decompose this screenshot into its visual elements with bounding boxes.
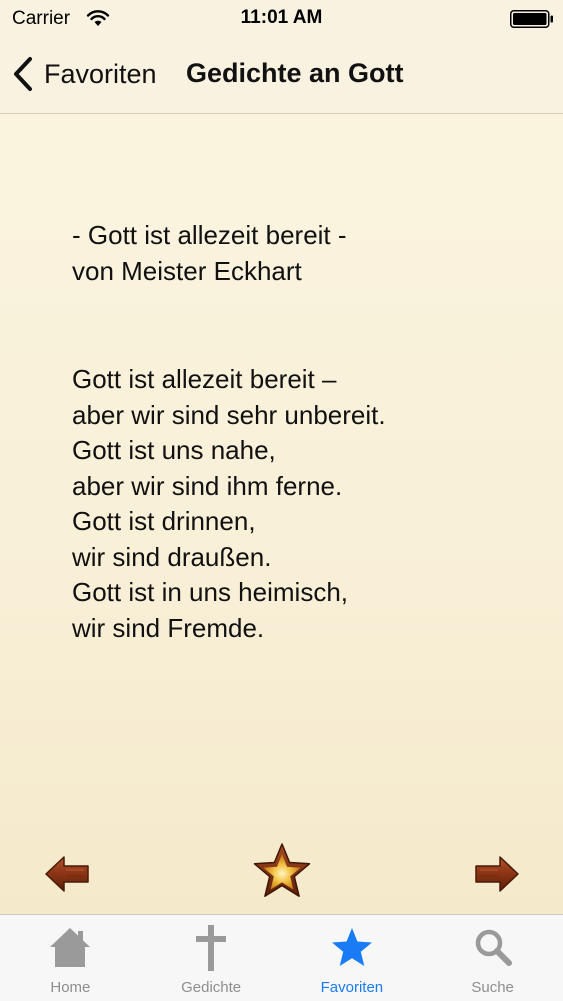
back-button[interactable]: Favoriten <box>12 52 157 96</box>
search-icon <box>475 929 512 966</box>
poem-content: - Gott ist allezeit bereit - von Meister… <box>0 114 563 914</box>
tab-gedichte[interactable]: Gedichte <box>141 915 282 1001</box>
arrow-left-icon[interactable] <box>44 854 90 894</box>
poem-line: Gott ist uns nahe, <box>72 435 276 465</box>
poem-line: Gott ist in uns heimisch, <box>72 577 348 607</box>
poem-line: aber wir sind ihm ferne. <box>72 470 343 501</box>
tab-label: Suche <box>471 979 514 996</box>
navigation-bar: Favoriten Gedichte an Gott <box>0 36 563 114</box>
tab-suche[interactable]: Suche <box>422 915 563 1001</box>
battery-icon <box>510 10 553 28</box>
poem-body: Gott ist allezeit bereit – aber wir sind… <box>72 362 542 646</box>
poem-line: Gott ist allezeit bereit – <box>72 364 337 394</box>
chevron-left-icon <box>14 57 32 91</box>
arrow-right-icon[interactable] <box>474 854 520 894</box>
poem-title: - Gott ist allezeit bereit - <box>72 220 347 250</box>
tab-bar: Home Gedichte Favoriten Suche <box>0 914 563 1001</box>
status-bar: Carrier 11:01 AM <box>0 0 563 36</box>
tab-favoriten[interactable]: Favoriten <box>282 915 423 1001</box>
page-title: Gedichte an Gott <box>186 58 404 88</box>
poem-header: - Gott ist allezeit bereit - von Meister… <box>72 218 542 289</box>
poem-author: von Meister Eckhart <box>72 255 302 286</box>
poem-line: aber wir sind sehr unbereit. <box>72 399 386 430</box>
tab-label: Gedichte <box>181 979 242 996</box>
poem-line: wir sind Fremde. <box>72 612 265 643</box>
poem-line: wir sind draußen. <box>72 541 272 572</box>
star-icon[interactable] <box>252 842 312 900</box>
clock: 11:01 AM <box>240 7 323 28</box>
tab-label: Home <box>50 979 91 996</box>
star-icon <box>331 928 372 966</box>
home-icon <box>50 928 91 967</box>
tab-label: Favoriten <box>320 979 384 996</box>
cross-icon <box>196 925 227 971</box>
tab-home[interactable]: Home <box>0 915 141 1001</box>
poem-line: Gott ist drinnen, <box>72 506 256 536</box>
back-button-label: Favoriten <box>44 58 157 89</box>
